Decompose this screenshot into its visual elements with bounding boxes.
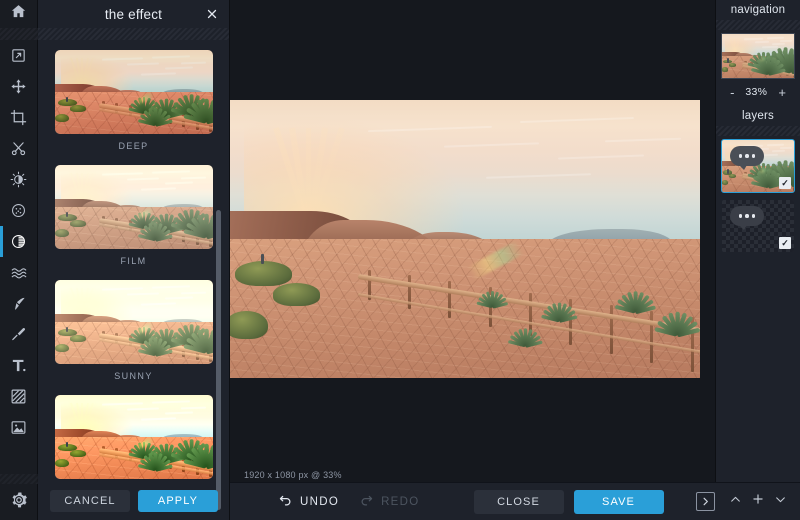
cancel-button[interactable]: CANCEL xyxy=(50,490,130,512)
expand-right-icon[interactable] xyxy=(696,492,715,511)
layers-list: ✓ ✓ xyxy=(716,136,800,252)
effect-preset-deep[interactable]: DEEP xyxy=(38,46,229,161)
toolbar-divider xyxy=(0,28,38,40)
tool-distort[interactable] xyxy=(0,257,38,288)
layers-title: layers xyxy=(716,106,800,126)
resize-icon xyxy=(10,47,27,64)
move-icon xyxy=(10,78,27,95)
tool-denoise[interactable] xyxy=(0,195,38,226)
home-icon xyxy=(10,3,27,25)
left-toolbar xyxy=(0,0,38,520)
status-bar: 1920 x 1080 px @ 33% xyxy=(230,468,390,482)
zoom-level-value: 33% xyxy=(745,86,767,98)
chevron-down-icon[interactable] xyxy=(774,493,787,511)
retouch-icon xyxy=(10,295,27,312)
effect-thumbnail xyxy=(55,165,213,249)
layer-photo[interactable]: ✓ xyxy=(722,140,794,192)
brightness-icon xyxy=(10,171,27,188)
effects-panel-footer: CANCEL APPLY xyxy=(38,482,230,520)
comment-bubble-icon xyxy=(730,146,764,166)
right-panel: navigation - 33% + layers ✓ ✓ xyxy=(715,0,800,482)
effects-panel-title: the effect xyxy=(105,7,162,22)
image-editor-window: the effect DEEP xyxy=(0,0,800,520)
tool-image[interactable] xyxy=(0,412,38,443)
waves-icon xyxy=(10,264,28,282)
navigation-title: navigation xyxy=(716,0,800,20)
history-controls: UNDO REDO xyxy=(278,493,420,511)
effect-preset-label: DEEP xyxy=(38,141,229,151)
tool-move[interactable] xyxy=(0,71,38,102)
effect-preset-film[interactable]: FILM xyxy=(38,161,229,276)
layer-transparent[interactable]: ✓ xyxy=(722,200,794,252)
tool-adjust[interactable] xyxy=(0,164,38,195)
effects-scrollbar-thumb[interactable] xyxy=(216,210,221,510)
canvas-status-text: 1920 x 1080 px @ 33% xyxy=(230,470,342,480)
navigation-divider xyxy=(716,20,800,30)
effect-thumbnail xyxy=(55,395,213,479)
comment-bubble-icon xyxy=(730,206,764,226)
tool-effects[interactable] xyxy=(0,226,38,257)
canvas-photo xyxy=(230,100,700,378)
save-button[interactable]: SAVE xyxy=(574,490,664,514)
image-icon xyxy=(10,419,27,436)
scissors-icon xyxy=(10,140,27,157)
chevron-up-icon[interactable] xyxy=(729,493,742,511)
undo-button[interactable]: UNDO xyxy=(278,493,339,511)
tool-text[interactable] xyxy=(0,350,38,381)
layers-divider xyxy=(716,126,800,136)
undo-label: UNDO xyxy=(300,496,339,508)
effects-panel-divider xyxy=(38,28,229,40)
apply-button[interactable]: APPLY xyxy=(138,490,218,512)
effect-preset-label: FILM xyxy=(38,256,229,266)
toolbar-footer-divider xyxy=(0,474,38,484)
zoom-controls: - 33% + xyxy=(716,82,800,102)
redo-button[interactable]: REDO xyxy=(359,493,419,511)
canvas-image-frame[interactable] xyxy=(230,100,700,378)
effect-preset-label: SUNNY xyxy=(38,371,229,381)
plus-icon[interactable] xyxy=(751,492,765,511)
effect-preset-sunny[interactable]: SUNNY xyxy=(38,276,229,391)
effects-panel: the effect DEEP xyxy=(38,0,230,520)
crop-icon xyxy=(10,109,27,126)
text-icon xyxy=(10,357,27,374)
undo-arrow-icon xyxy=(278,493,293,511)
tool-settings[interactable] xyxy=(0,484,38,520)
brush-icon xyxy=(10,326,27,343)
home-button[interactable] xyxy=(0,0,38,28)
effects-icon xyxy=(10,233,27,250)
tool-cut[interactable] xyxy=(0,133,38,164)
layer-controls xyxy=(715,482,800,520)
redo-label: REDO xyxy=(381,496,419,508)
tool-resize[interactable] xyxy=(0,40,38,71)
tool-retouch[interactable] xyxy=(0,288,38,319)
pattern-icon xyxy=(10,388,27,405)
effects-panel-header: the effect xyxy=(38,0,229,28)
gear-icon xyxy=(10,491,28,514)
tool-crop[interactable] xyxy=(0,102,38,133)
effect-thumbnail xyxy=(55,50,213,134)
tool-brush[interactable] xyxy=(0,319,38,350)
dots-circle-icon xyxy=(10,202,27,219)
close-button[interactable]: CLOSE xyxy=(474,490,564,514)
redo-arrow-icon xyxy=(359,493,374,511)
canvas-area[interactable] xyxy=(230,0,715,482)
tool-pattern[interactable] xyxy=(0,381,38,412)
layer-visibility-checkbox[interactable]: ✓ xyxy=(779,177,791,189)
zoom-in-button[interactable]: + xyxy=(778,86,786,99)
effects-scroll-region[interactable]: DEEP FILM SUNNY xyxy=(38,40,229,482)
effect-preset-gritty[interactable]: GRITTY xyxy=(38,391,229,482)
close-icon[interactable] xyxy=(205,7,219,21)
navigator-thumbnail[interactable] xyxy=(721,33,795,79)
effects-preset-list: DEEP FILM SUNNY xyxy=(38,40,229,482)
effects-scrollbar-track[interactable] xyxy=(220,40,225,482)
zoom-out-button[interactable]: - xyxy=(730,86,734,99)
effect-thumbnail xyxy=(55,280,213,364)
document-actions: CLOSE SAVE xyxy=(474,490,664,514)
layer-visibility-checkbox[interactable]: ✓ xyxy=(779,237,791,249)
